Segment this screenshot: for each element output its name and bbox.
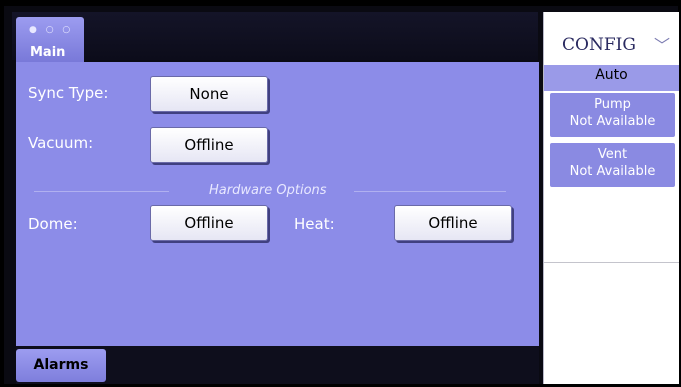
pump-button[interactable]: Pump Not Available — [550, 93, 675, 137]
sync-type-button[interactable]: None — [150, 76, 268, 112]
dome-label: Dome: — [28, 215, 78, 233]
alarms-button[interactable]: Alarms — [16, 349, 106, 382]
page-indicator-dots: ● ○ ○ — [29, 25, 74, 35]
heat-button[interactable]: Offline — [394, 205, 512, 241]
vacuum-label: Vacuum: — [28, 134, 94, 152]
hardware-options-heading: Hardware Options — [209, 183, 327, 198]
vent-status: Not Available — [569, 164, 656, 179]
sync-type-label: Sync Type: — [28, 84, 109, 102]
hardware-divider-left — [34, 191, 169, 192]
dome-button[interactable]: Offline — [150, 205, 268, 241]
pump-status: Not Available — [569, 114, 656, 129]
config-panel: CONFIG ﹀ Auto Pump Not Available Vent No… — [543, 12, 679, 384]
top-bar — [12, 12, 538, 60]
chevron-down-icon[interactable]: ﹀ — [654, 32, 670, 56]
main-panel: Sync Type: None Vacuum: Offline Hardware… — [16, 62, 539, 346]
auto-mode-label: Auto — [595, 67, 628, 83]
hardware-divider-right — [354, 191, 506, 192]
vent-button[interactable]: Vent Not Available — [550, 143, 675, 187]
vacuum-button[interactable]: Offline — [150, 127, 268, 163]
tab-main[interactable]: ● ○ ○ Main — [16, 17, 84, 63]
config-title[interactable]: CONFIG — [562, 35, 636, 55]
heat-label: Heat: — [294, 215, 335, 233]
tab-main-label: Main — [30, 45, 66, 60]
config-divider — [544, 262, 679, 263]
vent-label: Vent — [597, 147, 628, 162]
pump-label: Pump — [594, 97, 631, 112]
